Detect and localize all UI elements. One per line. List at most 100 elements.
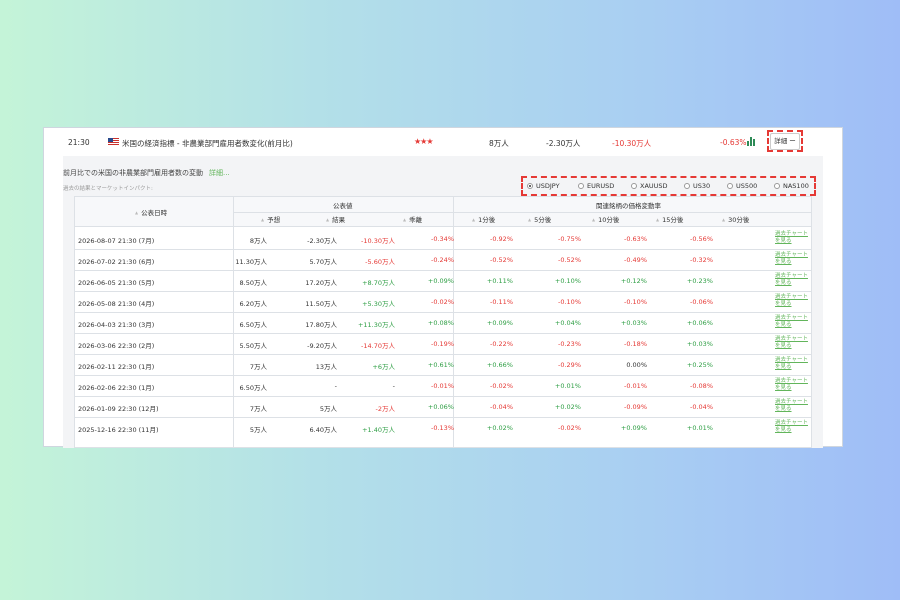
- table-row: 2026-02-11 22:30 (1月) 7万人 13万人 +6万人 +0.61% +0…: [75, 354, 811, 375]
- cell-actual: 5.70万人: [309, 258, 337, 266]
- cell-1min: -0.02%: [431, 298, 454, 306]
- event-time: 21:30: [68, 138, 90, 147]
- past-chart-link[interactable]: 過去チャートを見る: [775, 399, 811, 413]
- past-chart-link[interactable]: 過去チャートを見る: [775, 378, 811, 392]
- header-forecast[interactable]: 予想: [261, 214, 280, 224]
- cell-1min: -0.34%: [431, 235, 454, 243]
- header-group-changes: 関連銘柄の価格変動率: [596, 202, 661, 210]
- cell-15min: 0.00%: [626, 361, 647, 369]
- cell-30min: -0.56%: [690, 235, 713, 243]
- detail-panel: 前月比での米国の非農業部門雇用者数の変動 詳細... 過去の結果とマーケットインパ…: [63, 156, 823, 448]
- cell-date: 2026-08-07 21:30 (7月): [78, 237, 155, 245]
- cell-10min: +0.01%: [554, 382, 581, 390]
- cell-actual: 17.80万人: [305, 321, 337, 329]
- cell-15min: -0.18%: [624, 340, 647, 348]
- header-divider: [454, 212, 811, 213]
- event-previous: -10.30万人: [612, 139, 652, 148]
- cell-1min: +0.08%: [427, 319, 454, 327]
- header-divider: [234, 212, 454, 213]
- header-30min[interactable]: 30分後: [722, 214, 749, 224]
- cell-15min: -0.49%: [624, 256, 647, 264]
- panel-more-link[interactable]: 詳細...: [209, 169, 230, 177]
- panel-title-text: 前月比での米国の非農業部門雇用者数の変動: [63, 169, 203, 177]
- cell-deviation: +6万人: [372, 363, 395, 371]
- header-group-values: 公表値: [333, 202, 353, 210]
- cell-15min: -0.63%: [624, 235, 647, 243]
- past-chart-link[interactable]: 過去チャートを見る: [775, 273, 811, 287]
- cell-30min: -0.06%: [690, 298, 713, 306]
- header-actual[interactable]: 結果: [326, 214, 345, 224]
- event-row[interactable]: 21:30 米国の経済指標 - 非農業部門雇用者数変化(前月比) ★★★ 8万人…: [44, 128, 842, 156]
- cell-deviation: -2万人: [375, 405, 395, 413]
- header-1min[interactable]: 1分後: [472, 214, 495, 224]
- cell-date: 2025-12-16 22:30 (11月): [78, 426, 159, 434]
- cell-forecast: 6.50万人: [239, 321, 267, 329]
- cell-deviation: -10.30万人: [361, 237, 395, 245]
- header-deviation[interactable]: 乖離: [403, 214, 422, 224]
- cell-30min: +0.03%: [686, 340, 713, 348]
- cell-30min: -0.04%: [690, 403, 713, 411]
- highlight-box-instruments: [521, 176, 816, 196]
- event-forecast: 8万人: [489, 139, 509, 148]
- cell-10min: +0.10%: [554, 277, 581, 285]
- cell-5min: -0.04%: [490, 403, 513, 411]
- header-5min[interactable]: 5分後: [528, 214, 551, 224]
- cell-5min: -0.11%: [490, 298, 513, 306]
- cell-10min: -0.75%: [558, 235, 581, 243]
- cell-30min: -0.08%: [690, 382, 713, 390]
- event-actual: -2.30万人: [546, 139, 581, 148]
- highlight-box-detail: [767, 130, 803, 152]
- header-15min[interactable]: 15分後: [656, 214, 683, 224]
- past-chart-link[interactable]: 過去チャートを見る: [775, 294, 811, 308]
- cell-30min: +0.23%: [686, 277, 713, 285]
- event-title: 米国の経済指標 - 非農業部門雇用者数変化(前月比): [122, 139, 293, 148]
- past-chart-link[interactable]: 過去チャートを見る: [775, 315, 811, 329]
- cell-actual: -: [334, 382, 337, 390]
- table-row: 2026-02-06 22:30 (1月) 6.50万人 - - -0.01% -0.02…: [75, 375, 811, 396]
- importance-stars: ★★★: [414, 137, 433, 146]
- past-chart-link[interactable]: 過去チャートを見る: [775, 420, 811, 434]
- cell-5min: +0.11%: [486, 277, 513, 285]
- cell-30min: +0.06%: [686, 319, 713, 327]
- cell-forecast: 7万人: [249, 405, 267, 413]
- past-chart-link[interactable]: 過去チャートを見る: [775, 252, 811, 266]
- cell-actual: 5万人: [319, 405, 337, 413]
- cell-date: 2026-03-06 22:30 (2月): [78, 342, 155, 350]
- cell-15min: +0.09%: [620, 424, 647, 432]
- panel-subtitle: 過去の結果とマーケットインパクト:: [63, 186, 153, 192]
- header-date[interactable]: 公表日時: [135, 207, 167, 217]
- cell-date: 2026-02-11 22:30 (1月): [78, 363, 155, 371]
- cell-deviation: -14.70万人: [361, 342, 395, 350]
- cell-forecast: 5.50万人: [239, 342, 267, 350]
- past-chart-link[interactable]: 過去チャートを見る: [775, 357, 811, 371]
- cell-actual: -9.20万人: [307, 342, 337, 350]
- cell-date: 2026-04-03 21:30 (3月): [78, 321, 155, 329]
- past-chart-link[interactable]: 過去チャートを見る: [775, 231, 811, 245]
- event-change: -0.63%: [720, 138, 747, 147]
- cell-10min: +0.02%: [554, 403, 581, 411]
- cell-5min: +0.02%: [486, 424, 513, 432]
- panel-title: 前月比での米国の非農業部門雇用者数の変動 詳細...: [63, 168, 230, 178]
- cell-5min: +0.66%: [486, 361, 513, 369]
- bar-chart-icon[interactable]: [747, 136, 757, 146]
- cell-forecast: 8.50万人: [239, 279, 267, 287]
- cell-deviation: +1.40万人: [362, 426, 395, 434]
- cell-10min: -0.23%: [558, 340, 581, 348]
- cell-5min: -0.22%: [490, 340, 513, 348]
- cell-30min: +0.25%: [686, 361, 713, 369]
- cell-1min: +0.06%: [427, 403, 454, 411]
- past-chart-link[interactable]: 過去チャートを見る: [775, 336, 811, 350]
- cell-actual: -2.30万人: [307, 237, 337, 245]
- event-card: 21:30 米国の経済指標 - 非農業部門雇用者数変化(前月比) ★★★ 8万人…: [43, 127, 843, 448]
- cell-5min: -0.92%: [490, 235, 513, 243]
- cell-15min: +0.12%: [620, 277, 647, 285]
- table-row: 2026-04-03 21:30 (3月) 6.50万人 17.80万人 +11.30…: [75, 312, 811, 333]
- cell-15min: +0.03%: [620, 319, 647, 327]
- cell-actual: 6.40万人: [309, 426, 337, 434]
- table-row: 2026-05-08 21:30 (4月) 6.20万人 11.50万人 +5.30万…: [75, 291, 811, 312]
- cell-10min: -0.29%: [558, 361, 581, 369]
- header-10min[interactable]: 10分後: [592, 214, 619, 224]
- cell-5min: -0.02%: [490, 382, 513, 390]
- table-row: 2026-06-05 21:30 (5月) 8.50万人 17.20万人 +8.70万…: [75, 270, 811, 291]
- history-table: 公表日時 公表値 予想 結果 乖離 関連銘柄の価格変動率 1分後 5分後 10分…: [74, 196, 812, 448]
